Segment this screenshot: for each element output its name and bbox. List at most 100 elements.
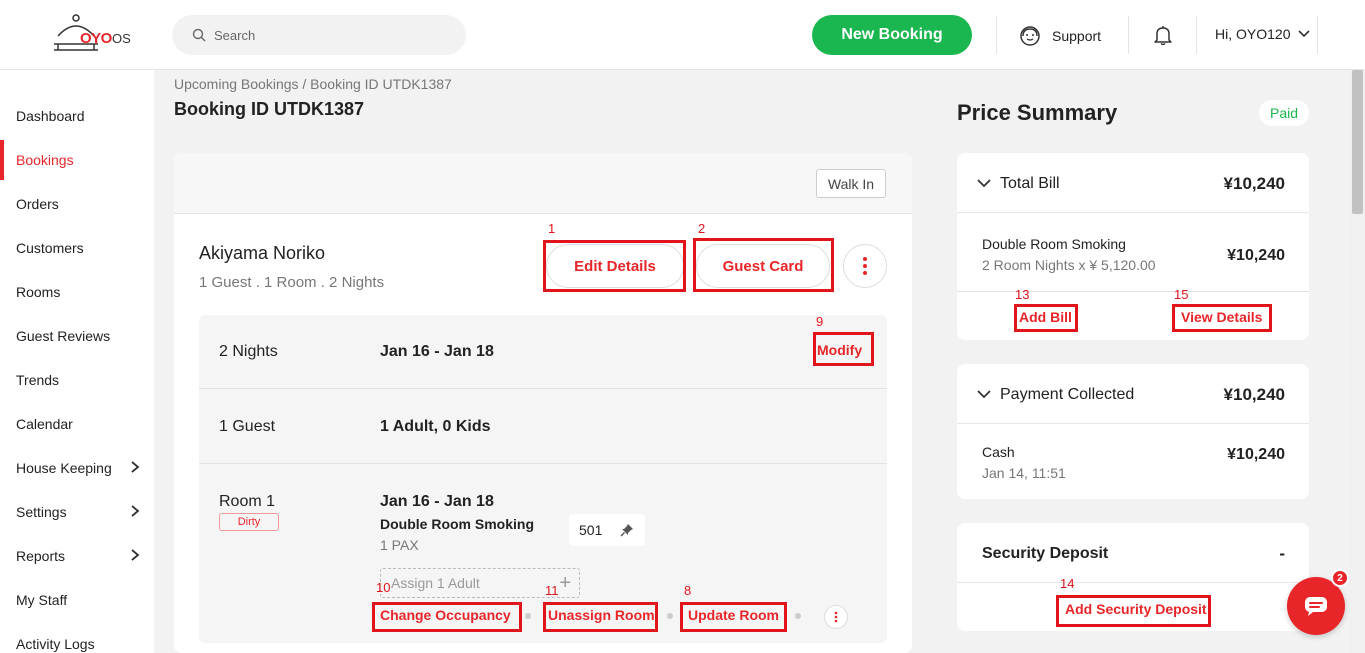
sidebar-item-rooms[interactable]: Rooms xyxy=(0,270,154,314)
sidebar-item-label: Guest Reviews xyxy=(16,328,111,344)
bill-item-amount: ¥10,240 xyxy=(1227,247,1285,264)
scrollbar-thumb[interactable] xyxy=(1352,70,1363,214)
payment-status-badge: Paid xyxy=(1259,100,1309,126)
booking-card: Walk In Akiyama Noriko 1 Guest . 1 Room … xyxy=(174,153,912,653)
room-dates: Jan 16 - Jan 18 xyxy=(380,493,494,510)
annotation-label: 13 xyxy=(1015,287,1030,302)
breadcrumb[interactable]: Upcoming Bookings / Booking ID UTDK1387 xyxy=(174,76,452,92)
chevron-down-icon xyxy=(977,179,991,188)
room-label: Room 1 xyxy=(219,493,276,510)
support-link[interactable]: Support xyxy=(1018,24,1101,48)
annotation-label: 10 xyxy=(376,580,391,595)
annotation-box-modify xyxy=(813,332,874,366)
user-greeting: Hi, OYO120 xyxy=(1215,26,1291,42)
annotation-label: 2 xyxy=(698,221,706,236)
security-deposit-header: Security Deposit - xyxy=(957,523,1309,583)
divider xyxy=(957,291,1309,292)
annotation-label: 11 xyxy=(545,583,559,598)
payment-collected-card: Payment Collected ¥10,240 Cash Jan 14, 1… xyxy=(957,364,1309,499)
room-more-options-button[interactable] xyxy=(824,605,848,629)
sidebar: Dashboard Bookings Orders Customers Room… xyxy=(0,70,154,653)
separator-dot xyxy=(525,613,531,619)
sidebar-item-label: Activity Logs xyxy=(16,636,95,652)
room-pax: 1 PAX xyxy=(380,537,419,553)
annotation-label: 9 xyxy=(816,314,824,329)
chevron-right-icon xyxy=(131,461,140,473)
bill-item-detail: 2 Room Nights x ¥ 5,120.00 xyxy=(982,257,1156,273)
date-range: Jan 16 - Jan 18 xyxy=(380,343,494,360)
total-bill-label: Total Bill xyxy=(1000,175,1060,192)
search-input[interactable] xyxy=(214,15,454,55)
security-deposit-value: - xyxy=(1279,544,1285,563)
guest-name: Akiyama Noriko xyxy=(199,243,326,263)
chat-unread-badge: 2 xyxy=(1331,569,1349,587)
chevron-down-icon xyxy=(1298,30,1311,38)
sidebar-item-settings[interactable]: Settings xyxy=(0,490,154,534)
sidebar-item-guest-reviews[interactable]: Guest Reviews xyxy=(0,314,154,358)
sidebar-item-label: Customers xyxy=(16,240,84,256)
sidebar-item-label: Orders xyxy=(16,196,59,212)
annotation-label: 14 xyxy=(1060,576,1075,591)
user-menu[interactable]: Hi, OYO120 xyxy=(1215,26,1311,42)
guests-label: 1 Guest xyxy=(219,418,276,435)
chevron-right-icon xyxy=(131,549,140,561)
logo-text: OYO xyxy=(80,30,112,47)
notification-bell-icon[interactable] xyxy=(1152,24,1174,46)
payment-collected-header[interactable]: Payment Collected ¥10,240 xyxy=(957,364,1309,424)
header-divider xyxy=(1196,16,1197,54)
payment-method-amount: ¥10,240 xyxy=(1227,446,1285,463)
header-divider xyxy=(1317,16,1318,54)
payment-collected-label: Payment Collected xyxy=(1000,386,1135,403)
security-deposit-label: Security Deposit xyxy=(982,545,1109,562)
annotation-label: 15 xyxy=(1174,287,1189,302)
new-booking-button[interactable]: New Booking xyxy=(812,15,972,55)
annotation-label: 8 xyxy=(684,583,692,598)
plus-icon: + xyxy=(559,572,571,594)
divider xyxy=(199,388,887,389)
sidebar-item-trends[interactable]: Trends xyxy=(0,358,154,402)
booking-type-badge: Walk In xyxy=(816,169,886,198)
chat-bubble-icon xyxy=(1305,597,1327,616)
kebab-menu-icon xyxy=(863,257,867,275)
price-summary-title: Price Summary xyxy=(957,100,1118,125)
more-options-button[interactable] xyxy=(843,244,887,288)
sidebar-item-label: Bookings xyxy=(16,152,74,168)
annotation-box-change-occupancy xyxy=(372,602,522,632)
total-bill-amount: ¥10,240 xyxy=(1223,174,1285,193)
booking-card-header: Walk In xyxy=(174,153,912,214)
guests-value: 1 Adult, 0 Kids xyxy=(380,418,491,435)
pin-icon[interactable] xyxy=(620,523,634,537)
sidebar-item-activity-logs[interactable]: Activity Logs xyxy=(0,622,154,653)
oyo-os-logo[interactable]: OYO OS xyxy=(52,14,142,58)
booking-details-panel: 2 Nights Jan 16 - Jan 18 Modify 1 Guest … xyxy=(199,315,887,643)
sidebar-item-label: Settings xyxy=(16,504,67,520)
top-header: OYO OS New Booking Support Hi, OYO120 xyxy=(0,0,1365,70)
search-bar[interactable] xyxy=(172,15,466,55)
header-divider xyxy=(996,16,997,54)
sidebar-item-bookings[interactable]: Bookings xyxy=(0,138,154,182)
sidebar-item-label: Trends xyxy=(16,372,60,388)
sidebar-item-my-staff[interactable]: My Staff xyxy=(0,578,154,622)
room-number-chip[interactable]: 501 xyxy=(569,514,645,546)
sidebar-item-calendar[interactable]: Calendar xyxy=(0,402,154,446)
header-divider xyxy=(1128,16,1129,54)
payment-collected-amount: ¥10,240 xyxy=(1223,385,1285,404)
sidebar-item-orders[interactable]: Orders xyxy=(0,182,154,226)
separator-dot xyxy=(667,613,673,619)
divider xyxy=(199,463,887,464)
sidebar-item-dashboard[interactable]: Dashboard xyxy=(0,94,154,138)
payment-method: Cash xyxy=(982,444,1015,460)
bill-item-name: Double Room Smoking xyxy=(982,236,1126,252)
logo-suffix: OS xyxy=(112,31,131,46)
sidebar-item-reports[interactable]: Reports xyxy=(0,534,154,578)
chevron-down-icon xyxy=(977,390,991,399)
total-bill-header[interactable]: Total Bill ¥10,240 xyxy=(957,153,1309,213)
sidebar-item-house-keeping[interactable]: House Keeping xyxy=(0,446,154,490)
guest-meta: 1 Guest . 1 Room . 2 Nights xyxy=(199,274,385,291)
page-scrollbar[interactable] xyxy=(1350,70,1365,653)
sidebar-item-customers[interactable]: Customers xyxy=(0,226,154,270)
annotation-box-update-room xyxy=(680,602,787,632)
sidebar-item-label: Rooms xyxy=(16,284,61,300)
sidebar-item-label: House Keeping xyxy=(16,460,112,476)
annotation-box-add-security-deposit xyxy=(1056,595,1211,627)
